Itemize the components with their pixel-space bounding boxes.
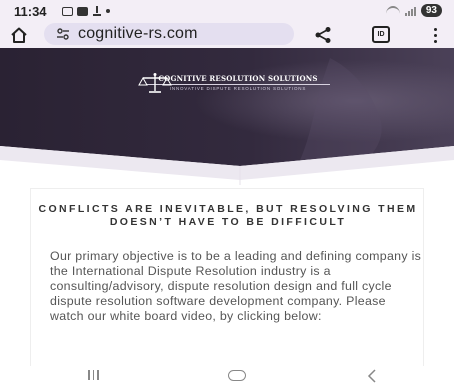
status-bar: 11:34 93 (0, 0, 454, 22)
more-vert-icon[interactable] (430, 26, 440, 44)
tune-icon[interactable] (56, 27, 70, 41)
section-body: Our primary objective is to be a leading… (50, 249, 422, 323)
system-icons: 93 (385, 4, 442, 17)
signal-icon (404, 6, 416, 16)
home-nav-button[interactable] (228, 370, 246, 381)
share-button[interactable] (312, 24, 334, 46)
system-nav-bar (0, 366, 454, 389)
hero-background (0, 48, 454, 185)
home-icon (11, 27, 27, 43)
gallery-icon (62, 6, 73, 16)
recents-button[interactable] (88, 370, 99, 380)
address-bar[interactable]: cognitive-rs.com (44, 23, 294, 45)
scales-of-justice-icon (138, 73, 172, 93)
battery-badge: 93 (420, 4, 442, 17)
status-time: 11:34 (14, 4, 47, 19)
share-icon (315, 27, 331, 43)
hero-banner: COGNITIVE RESOLUTION SOLUTIONS INNOVATIV… (0, 48, 454, 185)
brand-lockup[interactable]: COGNITIVE RESOLUTION SOLUTIONS INNOVATIV… (138, 72, 338, 93)
notification-icons (62, 6, 110, 16)
url-text: cognitive-rs.com (78, 25, 198, 42)
back-button[interactable] (366, 369, 378, 383)
download-icon (92, 6, 102, 16)
section-headline: CONFLICTS ARE INEVITABLE, BUT RESOLVING … (38, 203, 418, 228)
dot-icon (106, 9, 110, 13)
brand-divider (146, 84, 330, 85)
youtube-icon (77, 6, 88, 16)
tab-switcher-button[interactable]: ID (372, 26, 390, 43)
home-button[interactable] (8, 24, 30, 46)
browser-toolbar: cognitive-rs.com ID (0, 22, 454, 48)
wifi-icon (385, 5, 400, 16)
